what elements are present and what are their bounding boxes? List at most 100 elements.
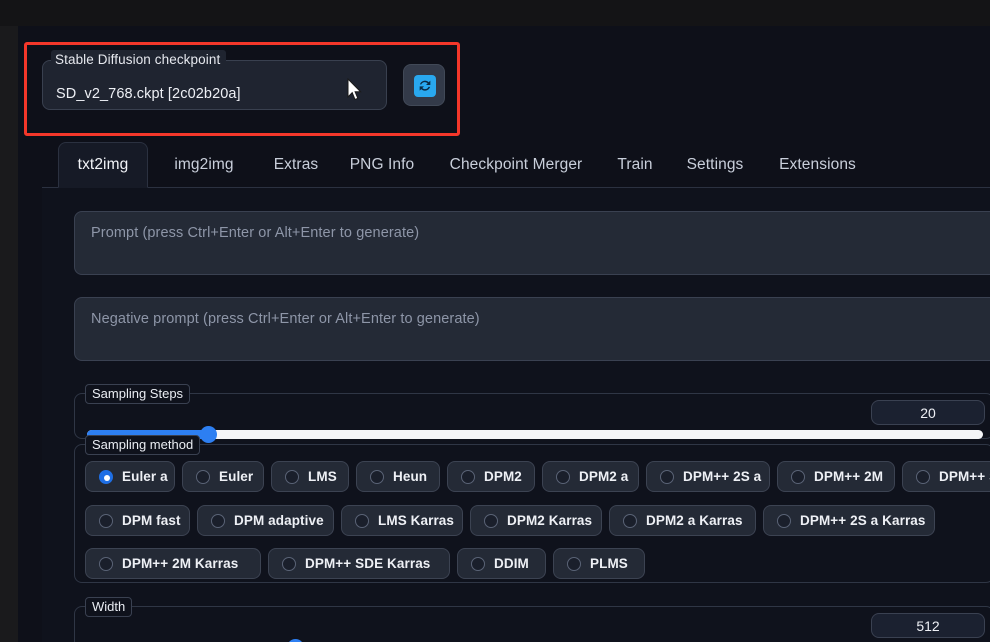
sampler-option-label: DPM2 a: [579, 469, 629, 484]
tab-txt2img[interactable]: txt2img: [58, 142, 148, 188]
sampling-steps-group: Sampling Steps 20: [74, 384, 990, 443]
width-value[interactable]: 512: [871, 613, 985, 638]
tab-extensions[interactable]: Extensions: [760, 142, 875, 188]
radio-dot: [99, 469, 113, 484]
sampler-option-label: DPM++ SDE Karras: [305, 556, 431, 571]
sampler-option-label: LMS: [308, 469, 337, 484]
sampler-option-label: Euler a: [122, 469, 168, 484]
sampler-option-label: DPM++ 2M: [814, 469, 884, 484]
app-window: Stable Diffusion checkpoint SD_v2_768.ck…: [0, 0, 990, 642]
sampler-option-lms-karras[interactable]: LMS Karras: [341, 505, 463, 536]
sampler-option-label: DPM fast: [122, 513, 181, 528]
sampler-option-label: DPM++ SDE: [939, 469, 990, 484]
radio-dot: [660, 469, 674, 484]
radio-dot: [370, 469, 384, 484]
tab-label: PNG Info: [349, 156, 415, 173]
radio-dot: [461, 469, 475, 484]
sampler-option-heun[interactable]: Heun: [356, 461, 440, 492]
negative-prompt-placeholder: Negative prompt (press Ctrl+Enter or Alt…: [91, 311, 480, 327]
slider-thumb[interactable]: [200, 426, 217, 443]
sampler-option-label: PLMS: [590, 556, 628, 571]
tab-settings[interactable]: Settings: [669, 142, 761, 188]
sampler-option-label: DPM++ 2M Karras: [122, 556, 239, 571]
radio-dot: [99, 556, 113, 571]
prompt-textarea[interactable]: Prompt (press Ctrl+Enter or Alt+Enter to…: [74, 211, 990, 275]
radio-dot: [567, 556, 581, 571]
sampler-option-dpmpp-sde[interactable]: DPM++ SDE: [902, 461, 990, 492]
refresh-icon: [414, 75, 436, 97]
checkpoint-dropdown[interactable]: Stable Diffusion checkpoint SD_v2_768.ck…: [42, 50, 387, 110]
sampler-option-label: DPM2 Karras: [507, 513, 593, 528]
tab-img2img[interactable]: img2img: [154, 142, 254, 188]
sampler-option-euler[interactable]: Euler: [182, 461, 264, 492]
negative-prompt-textarea[interactable]: Negative prompt (press Ctrl+Enter or Alt…: [74, 297, 990, 361]
sampler-option-dpmpp-2s-a[interactable]: DPM++ 2S a: [646, 461, 770, 492]
radio-dot: [556, 469, 570, 484]
radio-dot: [484, 513, 498, 528]
sampler-option-lms[interactable]: LMS: [271, 461, 349, 492]
sampler-option-dpm2[interactable]: DPM2: [447, 461, 535, 492]
tab-label: Train: [617, 156, 653, 173]
tab-label: Extensions: [779, 156, 856, 173]
sampler-option-dpm2-a-karras[interactable]: DPM2 a Karras: [609, 505, 756, 536]
sampler-option-dpm2-a[interactable]: DPM2 a: [542, 461, 639, 492]
tab-extras[interactable]: Extras: [257, 142, 335, 188]
tab-train[interactable]: Train: [600, 142, 670, 188]
sampler-option-dpmpp-sde-karras[interactable]: DPM++ SDE Karras: [268, 548, 450, 579]
sampler-option-label: LMS Karras: [378, 513, 455, 528]
sampler-option-dpm-fast[interactable]: DPM fast: [85, 505, 190, 536]
radio-dot: [623, 513, 637, 528]
tab-checkpoint-merger[interactable]: Checkpoint Merger: [431, 142, 601, 188]
radio-dot: [355, 513, 369, 528]
tab-label: Checkpoint Merger: [449, 156, 583, 173]
sampler-option-dpmpp-2s-a-karras[interactable]: DPM++ 2S a Karras: [763, 505, 935, 536]
radio-dot: [99, 513, 113, 528]
sampling-method-group: Sampling method Euler a Euler LMS Heun D…: [74, 435, 990, 583]
radio-dot: [916, 469, 930, 484]
radio-dot: [196, 469, 210, 484]
radio-dot: [471, 556, 485, 571]
sampling-steps-value[interactable]: 20: [871, 400, 985, 425]
sampler-option-dpm-adaptive[interactable]: DPM adaptive: [197, 505, 334, 536]
radio-dot: [791, 469, 805, 484]
sampler-option-label: Euler: [219, 469, 254, 484]
tab-label: img2img: [174, 156, 234, 173]
prompt-placeholder: Prompt (press Ctrl+Enter or Alt+Enter to…: [91, 225, 420, 241]
checkpoint-row: Stable Diffusion checkpoint SD_v2_768.ck…: [42, 50, 445, 118]
tab-png-info[interactable]: PNG Info: [333, 142, 431, 188]
radio-dot: [282, 556, 296, 571]
webui-page-inner: Stable Diffusion checkpoint SD_v2_768.ck…: [28, 26, 990, 642]
sampler-option-label: DPM2 a Karras: [646, 513, 743, 528]
checkpoint-label: Stable Diffusion checkpoint: [51, 50, 227, 69]
tab-label: Settings: [686, 156, 744, 173]
tab-label: txt2img: [77, 156, 129, 173]
sampler-option-euler-a[interactable]: Euler a: [85, 461, 175, 492]
sampler-option-plms[interactable]: PLMS: [553, 548, 645, 579]
checkpoint-selected-value: SD_v2_768.ckpt [2c02b20a]: [56, 86, 241, 102]
sampler-option-dpmpp-2m[interactable]: DPM++ 2M: [777, 461, 895, 492]
sampler-option-label: Heun: [393, 469, 428, 484]
refresh-checkpoints-button[interactable]: [403, 64, 445, 106]
radio-dot: [211, 513, 225, 528]
txt2img-panel: Prompt (press Ctrl+Enter or Alt+Enter to…: [42, 188, 990, 642]
radio-dot: [777, 513, 791, 528]
radio-dot: [285, 469, 299, 484]
sampler-option-label: DDIM: [494, 556, 529, 571]
window-top-strip: [0, 0, 990, 26]
webui-page: Stable Diffusion checkpoint SD_v2_768.ck…: [18, 26, 990, 642]
width-group: Width 512: [74, 597, 990, 642]
sampling-steps-slider[interactable]: [87, 426, 983, 443]
sampling-steps-number: 20: [920, 404, 936, 421]
tab-label: Extras: [273, 156, 319, 173]
sampling-steps-label: Sampling Steps: [85, 384, 191, 404]
width-number: 512: [916, 617, 940, 634]
sampler-option-label: DPM++ 2S a: [683, 469, 762, 484]
sampler-option-dpmpp-2m-karras[interactable]: DPM++ 2M Karras: [85, 548, 261, 579]
tab-bar: txt2img img2img Extras PNG Info Checkpoi…: [42, 142, 990, 188]
sampler-option-label: DPM++ 2S a Karras: [800, 513, 926, 528]
width-label: Width: [85, 597, 133, 617]
sampler-option-ddim[interactable]: DDIM: [457, 548, 546, 579]
sampler-option-label: DPM adaptive: [234, 513, 324, 528]
sampler-option-label: DPM2: [484, 469, 522, 484]
sampler-option-dpm2-karras[interactable]: DPM2 Karras: [470, 505, 602, 536]
